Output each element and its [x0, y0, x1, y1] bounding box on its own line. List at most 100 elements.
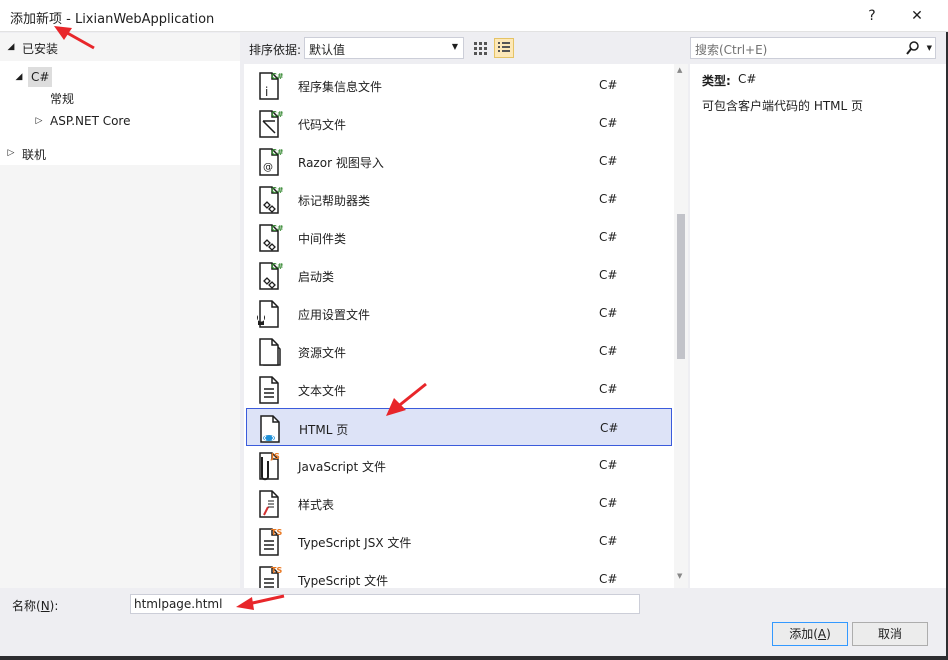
svg-text:i: i: [265, 85, 268, 99]
template-name: 文本文件: [298, 384, 347, 398]
template-name: 资源文件: [298, 346, 347, 360]
help-button[interactable]: ?: [862, 6, 882, 26]
template-description: 可包含客户端代码的 HTML 页: [702, 99, 864, 113]
name-label: 名称(N):: [12, 597, 58, 614]
template-name: TypeScript 文件: [298, 574, 389, 588]
template-name: 代码文件: [298, 118, 347, 132]
svg-text:JS: JS: [270, 452, 280, 461]
template-language: C#: [599, 382, 618, 396]
template-name: Razor 视图导入: [298, 156, 384, 170]
search-input[interactable]: 搜索(Ctrl+E) ▼: [690, 37, 936, 59]
template-language: C#: [599, 78, 618, 92]
stylesheet-icon: [254, 487, 286, 519]
add-button[interactable]: 添加(A): [772, 622, 848, 646]
template-item[interactable]: TS TypeScript 文件 C#: [246, 560, 672, 588]
scrollbar-thumb[interactable]: [677, 214, 685, 359]
svg-text:C#: C#: [271, 224, 284, 233]
template-language: C#: [599, 344, 618, 358]
list-view-icon: [498, 42, 510, 52]
scroll-down-icon[interactable]: ▼: [677, 572, 682, 580]
template-item[interactable]: 资源文件 C#: [246, 332, 672, 370]
title-bar: 添加新项 - LixianWebApplication ? ✕: [0, 0, 948, 32]
window-title: 添加新项 - LixianWebApplication: [10, 12, 215, 27]
template-name: 启动类: [298, 270, 335, 284]
template-name: TypeScript JSX 文件: [298, 536, 412, 550]
tree-item-label: 常规: [50, 92, 75, 106]
razor-view-import-icon: C# @: [254, 145, 286, 177]
resource-file-icon: [254, 335, 286, 367]
name-field[interactable]: htmlpage.html: [130, 594, 640, 614]
text-file-icon: [254, 373, 286, 405]
type-value: C#: [738, 72, 757, 86]
template-item[interactable]: JS JavaScript 文件 C#: [246, 446, 672, 484]
name-label-suffix: ):: [49, 599, 59, 613]
svg-text:@: @: [263, 162, 273, 173]
installed-header[interactable]: ◢ 已安装: [0, 35, 240, 59]
template-language: C#: [599, 572, 618, 586]
tree-item-label: C#: [28, 67, 53, 87]
template-item[interactable]: C# i 程序集信息文件 C#: [246, 66, 672, 104]
category-panel: ◢ 已安装 ◢ C# 常规 ▷ ASP.NET Core ▷ 联机: [0, 33, 240, 588]
sort-dropdown[interactable]: 默认值 ▼: [304, 37, 464, 59]
name-label-accesskey: N: [40, 599, 50, 613]
typescript-jsx-icon: TS: [254, 525, 286, 557]
template-item[interactable]: 文本文件 C#: [246, 370, 672, 408]
tree-item-label: ASP.NET Core: [50, 114, 131, 128]
list-view-button[interactable]: [494, 38, 514, 58]
template-name: JavaScript 文件: [298, 460, 386, 474]
search-options-icon[interactable]: ▼: [927, 44, 932, 52]
template-item[interactable]: C# @ Razor 视图导入 C#: [246, 142, 672, 180]
expanded-arrow-icon[interactable]: ◢: [14, 67, 24, 87]
installed-label: 已安装: [22, 42, 59, 56]
template-item[interactable]: C# 启动类 C#: [246, 256, 672, 294]
template-list: TS TypeScript 文件 C# TS TypeScript JSX 文件 C# 样式…: [244, 64, 688, 588]
svg-text:TS: TS: [271, 528, 282, 537]
online-header[interactable]: ▷ 联机: [0, 141, 240, 165]
template-item[interactable]: 应用设置文件 C#: [246, 294, 672, 332]
tree-item-csharp[interactable]: ◢ C#: [14, 67, 240, 87]
close-button[interactable]: ✕: [907, 6, 927, 26]
scroll-up-icon[interactable]: ▲: [677, 66, 682, 74]
chevron-down-icon: ▼: [451, 42, 458, 51]
collapsed-arrow-icon[interactable]: ▷: [34, 111, 44, 131]
template-item[interactable]: TS TypeScript JSX 文件 C#: [246, 522, 672, 560]
details-panel: 类型: C# 可包含客户端代码的 HTML 页: [690, 64, 946, 588]
template-language: C#: [599, 154, 618, 168]
template-language: C#: [599, 192, 618, 206]
svg-text:C#: C#: [271, 110, 284, 119]
type-label: 类型:: [702, 74, 731, 88]
template-item[interactable]: C# 中间件类 C#: [246, 218, 672, 256]
template-language: C#: [599, 534, 618, 548]
bottom-bar: 名称(N): htmlpage.html 添加(A) 取消: [0, 588, 948, 660]
collapse-arrow-icon[interactable]: ◢: [6, 37, 16, 57]
template-language: C#: [600, 421, 619, 435]
template-item[interactable]: C# 代码文件 C#: [246, 104, 672, 142]
template-language: C#: [599, 306, 618, 320]
typescript-file-icon: TS: [254, 563, 286, 588]
search-placeholder: 搜索(Ctrl+E): [695, 43, 768, 57]
tag-helper-class-icon: C#: [254, 183, 286, 215]
cancel-button[interactable]: 取消: [852, 622, 928, 646]
template-toolbar: 排序依据: 默认值 ▼: [244, 34, 686, 62]
svg-text:TS: TS: [271, 566, 282, 575]
template-item[interactable]: C# 标记帮助器类 C#: [246, 180, 672, 218]
html-page-icon: [255, 412, 287, 444]
collapsed-arrow-icon[interactable]: ▷: [6, 143, 16, 163]
template-name: HTML 页: [299, 423, 349, 437]
template-item[interactable]: HTML 页 C#: [246, 408, 672, 446]
template-name: 中间件类: [298, 232, 347, 246]
template-list-scrollbar[interactable]: ▲ ▼: [674, 64, 688, 588]
online-label: 联机: [22, 148, 47, 162]
assembly-info-icon: C# i: [254, 69, 286, 101]
grid-view-button[interactable]: [470, 38, 490, 58]
svg-text:C#: C#: [271, 72, 284, 81]
name-field-value: htmlpage.html: [134, 597, 223, 611]
add-label-prefix: 添加(: [789, 627, 818, 641]
template-name: 标记帮助器类: [298, 194, 371, 208]
template-name: 程序集信息文件: [298, 80, 383, 94]
template-language: C#: [599, 268, 618, 282]
search-icon[interactable]: [905, 40, 921, 59]
template-item[interactable]: 样式表 C#: [246, 484, 672, 522]
template-language: C#: [599, 116, 618, 130]
template-language: C#: [599, 230, 618, 244]
